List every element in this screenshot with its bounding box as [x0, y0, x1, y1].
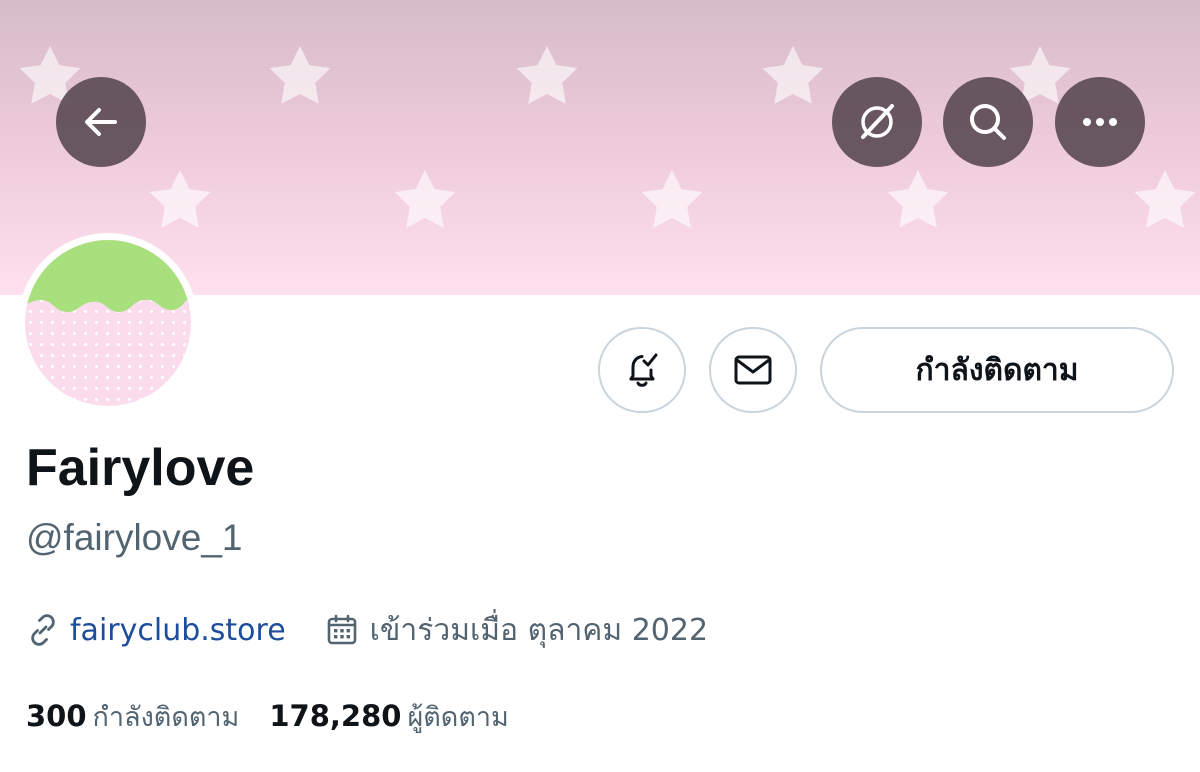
message-button[interactable]: [709, 327, 797, 413]
following-button[interactable]: กำลังติดตาม: [820, 327, 1174, 413]
more-button[interactable]: [1055, 77, 1145, 167]
following-button-label: กำลังติดตาม: [915, 352, 1079, 388]
website-link[interactable]: fairyclub.store: [70, 613, 286, 648]
avatar-image: [25, 240, 191, 406]
search-icon: [970, 104, 1006, 140]
link-icon: [31, 614, 55, 646]
followers-count: 178,280: [269, 698, 402, 733]
following-label: กำลังติดตาม: [92, 701, 240, 733]
following-count: 300: [26, 698, 87, 733]
bell-check-icon: [629, 353, 658, 387]
avatar[interactable]: [18, 233, 198, 413]
follow-stats: 300 กำลังติดตาม 178,280 ผู้ติดตาม: [26, 694, 509, 738]
notifications-button[interactable]: [598, 327, 686, 413]
grok-icon: [861, 104, 894, 139]
website-item[interactable]: fairyclub.store: [26, 613, 286, 648]
following-stat[interactable]: 300 กำลังติดตาม: [26, 695, 239, 738]
search-button[interactable]: [943, 77, 1033, 167]
profile-meta: fairyclub.store เข้าร่วมเมื่อ ตุลาคม 202…: [26, 606, 708, 654]
display-name: Fairylove: [26, 439, 255, 497]
user-handle: @fairylove_1: [26, 517, 243, 558]
grok-button[interactable]: [832, 77, 922, 167]
more-horizontal-icon: [1083, 118, 1117, 126]
arrow-left-icon: [85, 108, 117, 136]
followers-stat[interactable]: 178,280 ผู้ติดตาม: [269, 695, 508, 738]
followers-label: ผู้ติดตาม: [407, 701, 509, 733]
calendar-icon: [327, 614, 356, 645]
joined-item: เข้าร่วมเมื่อ ตุลาคม 2022: [326, 607, 708, 654]
avatar-green-scallop: [25, 240, 191, 312]
joined-date: เข้าร่วมเมื่อ ตุลาคม 2022: [369, 612, 709, 648]
envelope-icon: [734, 355, 772, 385]
back-button[interactable]: [56, 77, 146, 167]
